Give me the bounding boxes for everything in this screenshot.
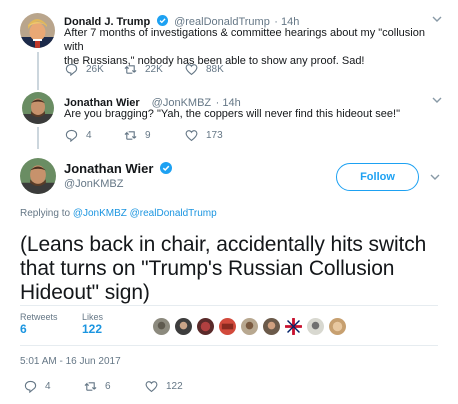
reply-icon <box>65 129 78 142</box>
chevron-down-icon[interactable] <box>431 94 443 106</box>
author-handle[interactable]: @JonKMBZ <box>64 178 123 190</box>
liker-avatar[interactable] <box>307 318 324 335</box>
divider <box>20 345 438 346</box>
liker-avatar[interactable] <box>153 318 170 335</box>
verified-badge-icon <box>159 162 172 174</box>
tweet-text: After 7 months of investigations & commi… <box>64 27 425 67</box>
tweet-text: Are you bragging? "Yah, the coppers will… <box>64 108 400 120</box>
retweet-count: 6 <box>105 381 111 392</box>
replying-to-links[interactable]: @JonKMBZ @realDonaldTrump <box>73 208 217 219</box>
reply-action[interactable]: 4 <box>65 129 92 142</box>
reply-action[interactable]: 4 <box>24 380 51 393</box>
tweet-timestamp[interactable]: 5:01 AM - 16 Jun 2017 <box>20 356 121 367</box>
verified-badge-icon <box>156 15 168 26</box>
reply-count: 26K <box>86 64 104 75</box>
retweet-icon <box>124 65 137 74</box>
reply-count: 4 <box>86 130 92 141</box>
author-name[interactable]: Jonathan Wier <box>64 161 153 176</box>
retweet-icon <box>84 382 97 391</box>
reply-icon <box>65 63 78 76</box>
reply-icon <box>24 380 37 393</box>
like-action[interactable]: 122 <box>145 380 183 393</box>
liker-avatar[interactable] <box>175 318 192 335</box>
avatar-jonathan-wier[interactable] <box>20 158 56 194</box>
heart-icon <box>185 130 198 142</box>
like-count: 122 <box>166 381 183 392</box>
replying-to: Replying to @JonKMBZ @realDonaldTrump <box>20 208 217 219</box>
likes-stat[interactable]: Likes 122 <box>82 312 103 336</box>
retweets-stat[interactable]: Retweets 6 <box>20 312 58 336</box>
retweets-count: 6 <box>20 322 27 336</box>
main-tweet-text: (Leans back in chair, accidentally hits … <box>20 233 427 304</box>
avatar-jonathan-wier[interactable] <box>22 92 54 124</box>
retweet-icon <box>124 131 137 140</box>
chevron-down-icon[interactable] <box>431 13 443 25</box>
avatar-trump[interactable] <box>20 13 55 48</box>
retweet-action[interactable]: 6 <box>84 380 111 393</box>
retweet-count: 9 <box>145 130 151 141</box>
retweet-action[interactable]: 9 <box>124 129 151 142</box>
divider <box>20 305 438 306</box>
like-count: 173 <box>206 130 223 141</box>
reply-count: 4 <box>45 381 51 392</box>
liker-avatar[interactable] <box>219 318 236 335</box>
main-author: Jonathan Wier <box>64 160 174 178</box>
liker-avatar[interactable] <box>241 318 258 335</box>
thread-connector <box>37 52 39 90</box>
likes-count: 122 <box>82 322 103 336</box>
like-count: 88K <box>206 64 224 75</box>
reply-action[interactable]: 26K <box>65 63 104 76</box>
heart-icon <box>145 381 158 393</box>
liker-avatar[interactable] <box>329 318 346 335</box>
heart-icon <box>185 64 198 76</box>
like-action[interactable]: 88K <box>185 63 224 76</box>
chevron-down-icon[interactable] <box>429 171 441 183</box>
liker-avatar[interactable] <box>263 318 280 335</box>
retweet-count: 22K <box>145 64 163 75</box>
retweet-action[interactable]: 22K <box>124 63 163 76</box>
liker-avatar[interactable] <box>197 318 214 335</box>
liker-avatar[interactable] <box>285 318 302 335</box>
thread-connector <box>37 127 39 149</box>
follow-button[interactable]: Follow <box>336 163 419 191</box>
like-action[interactable]: 173 <box>185 129 223 142</box>
